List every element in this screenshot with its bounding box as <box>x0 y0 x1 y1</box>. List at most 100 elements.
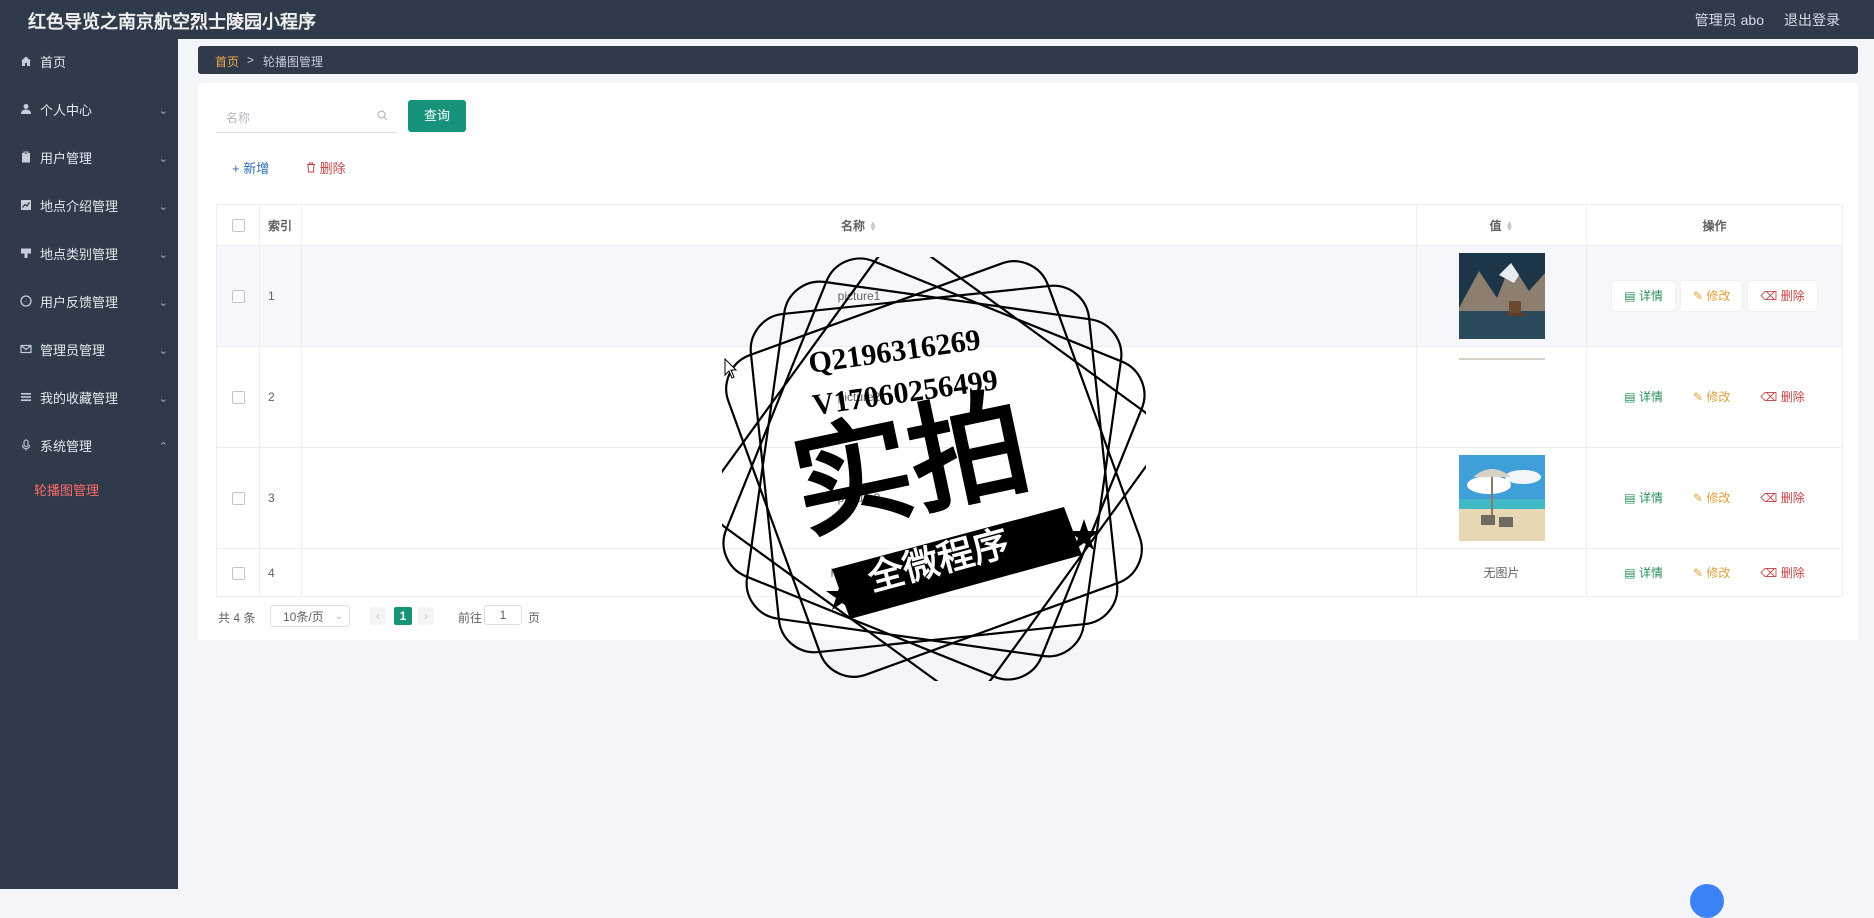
search-input[interactable] <box>216 104 378 132</box>
floating-action-button[interactable] <box>1690 884 1724 918</box>
row-select-cell <box>216 447 260 549</box>
delete-button[interactable]: ⌫ 删除 <box>1748 281 1817 311</box>
select-all-checkbox[interactable] <box>231 219 245 233</box>
search-icon <box>377 110 388 124</box>
row-select-cell <box>216 548 260 597</box>
beach-umbrella-image[interactable] <box>1458 455 1545 541</box>
logout-button[interactable]: 退出登录 <box>1784 10 1840 30</box>
row-checkbox[interactable] <box>231 566 245 580</box>
top-header: 红色导览之南京航空烈士陵园小程序 管理员 abo 退出登录 <box>0 0 1874 39</box>
sidebar-item-label: 系统管理 <box>40 439 93 454</box>
row-checkbox[interactable] <box>231 290 245 304</box>
broken-image[interactable] <box>1458 354 1545 440</box>
column-header-name-label: 名称 <box>841 218 866 233</box>
app-title: 红色导览之南京航空烈士陵园小程序 <box>28 12 316 32</box>
sidebar-item-label: 我的收藏管理 <box>40 391 119 406</box>
row-value <box>1416 245 1587 347</box>
chevron-down-icon: ⌄ <box>158 153 168 165</box>
edit-label: 修改 <box>1706 390 1731 404</box>
delete-button[interactable]: ⌫ 删除 <box>1748 382 1817 412</box>
column-header-name[interactable]: 名称 ▲ ▼ <box>301 204 1417 246</box>
row-checkbox[interactable] <box>231 492 245 506</box>
chevron-down-icon: ⌄ <box>158 393 168 405</box>
clipboard-icon <box>18 135 34 183</box>
sidebar-item-home[interactable]: 首页 <box>0 39 178 87</box>
column-header-value[interactable]: 值 ▲ ▼ <box>1416 204 1587 246</box>
breadcrumb-home[interactable]: 首页 <box>215 53 239 70</box>
document-icon: ▤ <box>1624 491 1636 505</box>
pagination-total: 共 4 条 <box>218 611 256 625</box>
page-size-select[interactable]: 10条/页 ⌄ <box>270 605 350 627</box>
pencil-icon: ✎ <box>1692 565 1704 580</box>
compass-icon <box>18 279 34 327</box>
row-checkbox[interactable] <box>231 391 245 405</box>
edit-label: 修改 <box>1706 289 1731 303</box>
add-button[interactable]: + 新增 <box>232 158 269 177</box>
chevron-down-icon: ⌄ <box>334 611 343 622</box>
delete-button[interactable]: ⌫ 删除 <box>1748 557 1817 588</box>
row-actions: ▤ 详情 ✎ 修改 ⌫ 删除 <box>1586 447 1843 549</box>
view-button[interactable]: ▤ 详情 <box>1612 281 1675 311</box>
document-icon: ▤ <box>1624 289 1636 303</box>
mountain-lake-image[interactable] <box>1458 253 1545 339</box>
row-actions: ▤ 详情 ✎ 修改 ⌫ 删除 <box>1586 245 1843 347</box>
view-label: 详情 <box>1638 491 1663 505</box>
pencil-icon: ✎ <box>1692 491 1704 505</box>
sidebar-item-users[interactable]: 用户管理 ⌄ <box>0 135 178 183</box>
chart-icon <box>18 183 34 231</box>
page-number-current[interactable]: 1 <box>394 607 412 625</box>
row-index: 2 <box>259 346 302 448</box>
chevron-down-icon: ⌄ <box>158 249 168 261</box>
view-button[interactable]: ▤ 详情 <box>1612 382 1675 412</box>
delete-label: 删除 <box>1780 565 1805 580</box>
breadcrumb-separator: > <box>247 53 255 67</box>
row-index: 4 <box>259 548 302 597</box>
edit-button[interactable]: ✎ 修改 <box>1680 382 1743 412</box>
batch-delete-button[interactable]: 删除 <box>306 158 346 177</box>
sidebar: 首页 个人中心 ⌄ 用户管理 ⌄ 地点介绍管理 ⌄ 地点类别管理 ⌄ 用户反馈管… <box>0 39 178 889</box>
document-icon: ▤ <box>1624 565 1636 580</box>
current-user: 管理员 abo <box>1694 12 1764 28</box>
sort-icon[interactable]: ▲ ▼ <box>869 220 877 233</box>
microphone-icon <box>18 423 34 471</box>
edit-button[interactable]: ✎ 修改 <box>1680 281 1743 311</box>
batch-delete-label: 删除 <box>319 161 346 176</box>
sidebar-item-label: 地点类别管理 <box>40 247 119 262</box>
chevron-down-icon: ⌄ <box>158 201 168 213</box>
sidebar-item-admins[interactable]: 管理员管理 ⌄ <box>0 327 178 375</box>
query-button[interactable]: 查询 <box>408 100 466 132</box>
trash-icon: ⌫ <box>1760 565 1778 580</box>
goto-page-input[interactable] <box>484 605 522 625</box>
row-value: 无图片 <box>1416 548 1587 597</box>
mouse-cursor-icon <box>724 358 738 379</box>
row-select-cell <box>216 245 260 347</box>
sidebar-item-places[interactable]: 地点介绍管理 ⌄ <box>0 183 178 231</box>
view-button[interactable]: ▤ 详情 <box>1612 557 1675 588</box>
sort-icon[interactable]: ▲ ▼ <box>1506 220 1514 233</box>
list-icon <box>18 375 34 423</box>
page-suffix: 页 <box>528 611 541 625</box>
edit-button[interactable]: ✎ 修改 <box>1680 483 1743 513</box>
sidebar-item-label: 个人中心 <box>40 103 93 118</box>
chevron-down-icon: ⌄ <box>158 345 168 357</box>
sidebar-item-label: 用户管理 <box>40 151 93 166</box>
trash-icon: ⌫ <box>1760 390 1778 404</box>
sidebar-item-profile[interactable]: 个人中心 ⌄ <box>0 87 178 135</box>
sidebar-subitem-carousel[interactable]: 轮播图管理 <box>0 471 178 511</box>
sidebar-item-categories[interactable]: 地点类别管理 ⌄ <box>0 231 178 279</box>
edit-label: 修改 <box>1706 491 1731 505</box>
watermark-stamp: Q2196316269 V17060256499 实拍 全微程序 <box>722 257 1146 681</box>
delete-button[interactable]: ⌫ 删除 <box>1748 483 1817 513</box>
sidebar-item-feedback[interactable]: 用户反馈管理 ⌄ <box>0 279 178 327</box>
sidebar-item-favorites[interactable]: 我的收藏管理 ⌄ <box>0 375 178 423</box>
prev-page-button[interactable]: ‹ <box>370 607 386 625</box>
mail-icon <box>18 327 34 375</box>
sidebar-item-system[interactable]: 系统管理 ⌃ <box>0 423 178 471</box>
sidebar-item-label: 地点介绍管理 <box>40 199 119 214</box>
row-actions: ▤ 详情 ✎ 修改 ⌫ 删除 <box>1586 346 1843 448</box>
view-button[interactable]: ▤ 详情 <box>1612 483 1675 513</box>
next-page-button[interactable]: › <box>418 607 434 625</box>
home-icon <box>18 39 34 87</box>
view-label: 详情 <box>1638 390 1663 404</box>
edit-button[interactable]: ✎ 修改 <box>1680 557 1743 588</box>
